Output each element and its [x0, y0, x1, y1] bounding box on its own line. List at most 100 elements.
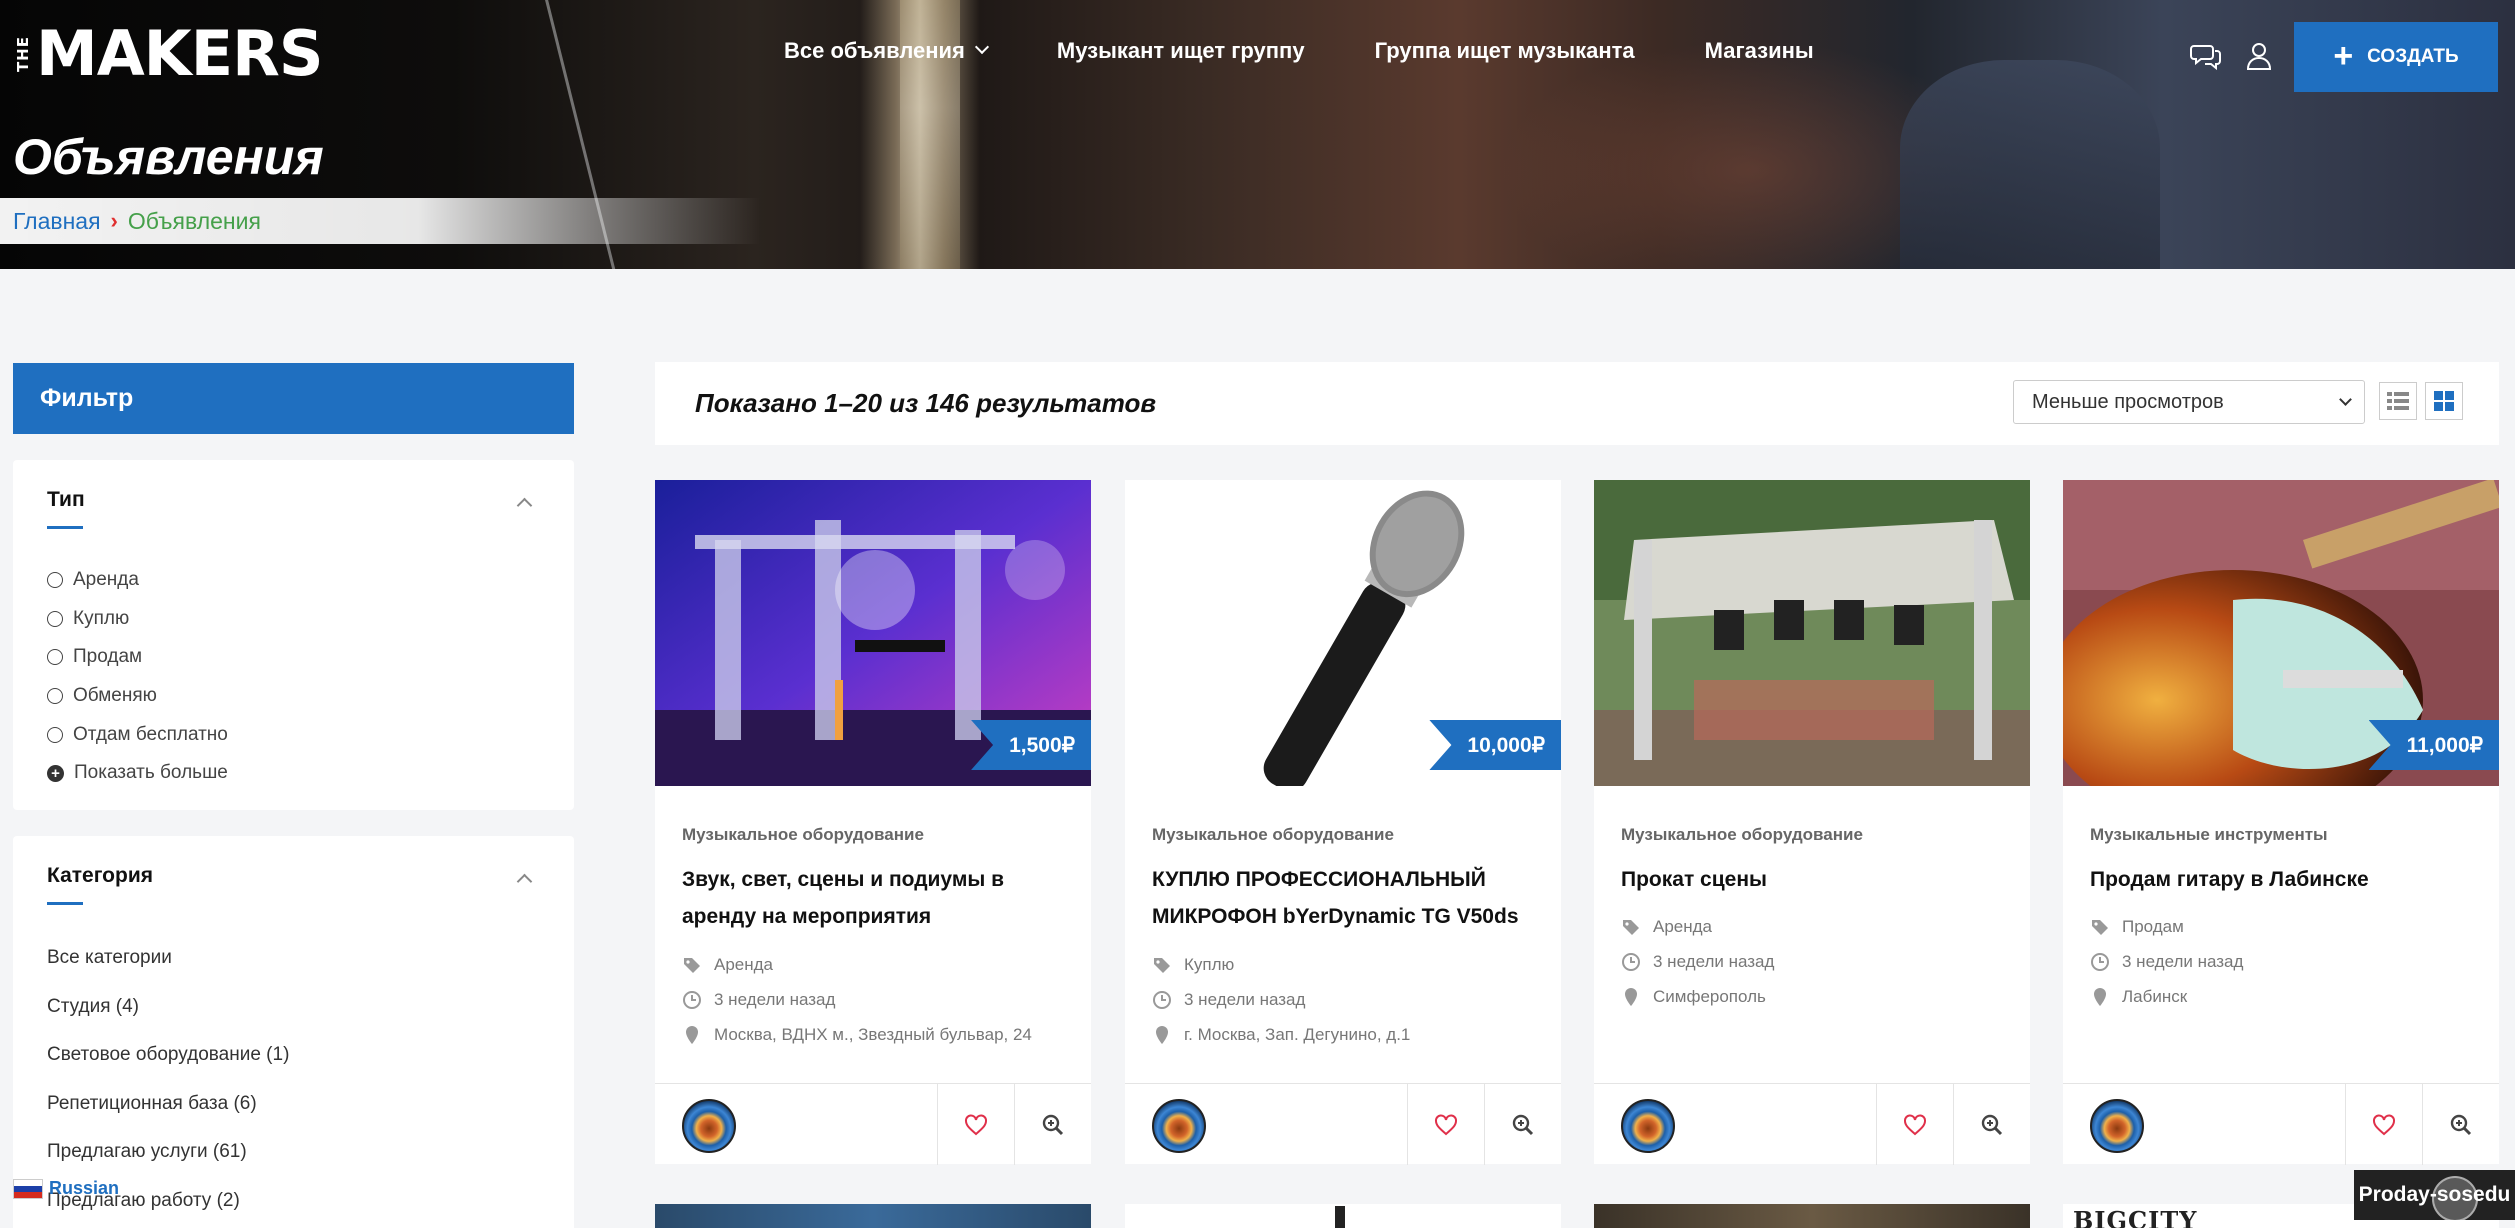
grid-view-button[interactable] — [2425, 382, 2463, 420]
title-underline — [47, 526, 83, 529]
avatar[interactable] — [1152, 1099, 1206, 1153]
location-text: г. Москва, Зап. Дегунино, д.1 — [1184, 1025, 1411, 1044]
date-text: 3 недели назад — [2122, 952, 2244, 971]
list-view-icon — [2387, 392, 2409, 410]
category-services[interactable]: Предлагаю услуги (61) — [47, 1128, 289, 1177]
show-more-label: Показать больше — [74, 762, 228, 784]
listing-card[interactable]: 11,000₽ Музыкальные инструменты Продам г… — [2063, 480, 2499, 1165]
listing-location: Симферополь — [1621, 987, 1766, 1007]
zoom-icon — [1981, 1114, 2003, 1135]
type-options: Аренда Куплю Продам Обменяю Отдам беспла… — [47, 561, 228, 793]
chevron-up-icon[interactable] — [516, 873, 533, 890]
listing-category[interactable]: Музыкальное оборудование — [1621, 825, 1863, 845]
nav-shops[interactable]: Магазины — [1705, 38, 1814, 64]
user-icon[interactable] — [2243, 40, 2275, 72]
nav-musician-seeks-band[interactable]: Музыкант ищет группу — [1057, 38, 1305, 64]
listing-title[interactable]: Звук, свет, сцены и подиумы в аренду на … — [682, 861, 1077, 935]
listing-type: Аренда — [682, 955, 773, 975]
create-listing-button[interactable]: + СОЗДАТЬ — [2294, 22, 2498, 92]
scroll-to-top-button[interactable] — [2432, 1176, 2478, 1222]
map-pin-icon — [1625, 988, 1637, 1006]
listing-title[interactable]: КУПЛЮ ПРОФЕССИОНАЛЬНЫЙ МИКРОФОН bYerDyna… — [1152, 861, 1547, 935]
category-studio[interactable]: Студия (4) — [47, 983, 289, 1032]
listing-title[interactable]: Продам гитару в Лабинске — [2090, 861, 2485, 898]
next-listing-image[interactable] — [655, 1204, 1091, 1228]
quick-view-button[interactable] — [1484, 1084, 1561, 1165]
russia-flag-icon — [13, 1178, 43, 1199]
listing-card[interactable]: 10,000₽ Музыкальное оборудование КУПЛЮ П… — [1125, 480, 1561, 1165]
nav-label: Музыкант ищет группу — [1056, 38, 1305, 63]
tag-icon — [1623, 920, 1639, 935]
listing-category[interactable]: Музыкальные инструменты — [2090, 825, 2328, 845]
type-option-buy[interactable]: Куплю — [47, 600, 228, 639]
zoom-icon — [1512, 1114, 1534, 1135]
site-logo[interactable]: THE MAKERS — [14, 22, 323, 86]
grid-view-icon — [2434, 391, 2454, 411]
map-pin-icon — [2094, 988, 2106, 1006]
language-switcher[interactable]: Russian — [13, 1178, 119, 1199]
quick-view-button[interactable] — [1953, 1084, 2030, 1165]
category-rehearsal[interactable]: Репетиционная база (6) — [47, 1080, 289, 1129]
listing-type: Аренда — [1621, 917, 1712, 937]
results-toolbar: Показано 1–20 из 146 результатов Меньше … — [655, 362, 2499, 445]
quick-view-button[interactable] — [1014, 1084, 1091, 1165]
map-pin-icon — [1156, 1026, 1168, 1044]
listing-category[interactable]: Музыкальное оборудование — [682, 825, 924, 845]
quick-view-button[interactable] — [2422, 1084, 2499, 1165]
chevron-right-icon: › — [110, 208, 118, 233]
category-all[interactable]: Все категории — [47, 934, 289, 983]
type-option-rent[interactable]: Аренда — [47, 561, 228, 600]
plus-circle-icon: + — [47, 764, 64, 782]
heart-icon — [965, 1113, 987, 1135]
option-label: Отдам бесплатно — [73, 723, 228, 745]
listing-date: 3 недели назад — [1621, 952, 1774, 972]
avatar[interactable] — [1621, 1099, 1675, 1153]
type-filter-title: Тип — [47, 488, 85, 511]
type-option-exchange[interactable]: Обменяю — [47, 677, 228, 716]
breadcrumb: Главная › Объявления — [0, 198, 760, 244]
next-listing-image[interactable] — [1125, 1204, 1561, 1228]
list-view-button[interactable] — [2379, 382, 2417, 420]
card-footer — [1594, 1083, 2030, 1165]
avatar[interactable] — [682, 1099, 736, 1153]
listing-category[interactable]: Музыкальное оборудование — [1152, 825, 1394, 845]
language-label: Russian — [49, 1178, 120, 1198]
listing-image[interactable]: 11,000₽ — [2063, 480, 2499, 786]
listing-image[interactable]: 10,000₽ — [1125, 480, 1561, 786]
radio-icon[interactable] — [47, 610, 63, 627]
heart-icon — [1435, 1113, 1457, 1135]
tag-icon — [1154, 958, 1170, 973]
listing-card[interactable]: Музыкальное оборудование Прокат сцены Ар… — [1594, 480, 2030, 1165]
plus-icon: + — [2333, 37, 2354, 75]
breadcrumb-home[interactable]: Главная — [13, 208, 101, 235]
favorite-button[interactable] — [1876, 1084, 1953, 1165]
chat-icon[interactable] — [2190, 40, 2222, 72]
chevron-up-icon[interactable] — [516, 497, 533, 514]
category-filter-panel: Категория Все категории Студия (4) Свето… — [13, 836, 574, 1228]
radio-icon[interactable] — [47, 726, 63, 743]
listing-card[interactable]: 1,500₽ Музыкальное оборудование Звук, св… — [655, 480, 1091, 1165]
listing-date: 3 недели назад — [682, 990, 835, 1010]
listing-image[interactable]: 1,500₽ — [655, 480, 1091, 786]
radio-icon[interactable] — [47, 649, 63, 666]
category-lighting[interactable]: Световое оборудование (1) — [47, 1031, 289, 1080]
favorite-button[interactable] — [2345, 1084, 2422, 1165]
avatar[interactable] — [2090, 1099, 2144, 1153]
favorite-button[interactable] — [937, 1084, 1014, 1165]
type-option-sell[interactable]: Продам — [47, 638, 228, 677]
clock-icon — [1622, 953, 1640, 971]
listing-image[interactable] — [1594, 480, 2030, 786]
nav-band-seeks-musician[interactable]: Группа ищет музыканта — [1375, 38, 1635, 64]
next-listing-image[interactable] — [1594, 1204, 2030, 1228]
radio-icon[interactable] — [47, 688, 63, 705]
radio-icon[interactable] — [47, 572, 63, 589]
sort-select[interactable]: Меньше просмотров — [2013, 380, 2365, 424]
type-option-free[interactable]: Отдам бесплатно — [47, 715, 228, 754]
listing-title[interactable]: Прокат сцены — [1621, 861, 2016, 898]
nav-label: Все объявления — [784, 38, 965, 63]
nav-all-listings[interactable]: Все объявления — [784, 38, 989, 64]
favorite-button[interactable] — [1407, 1084, 1484, 1165]
show-more-link[interactable]: + Показать больше — [47, 754, 228, 793]
option-label: Аренда — [73, 569, 139, 591]
create-label: СОЗДАТЬ — [2367, 46, 2459, 67]
